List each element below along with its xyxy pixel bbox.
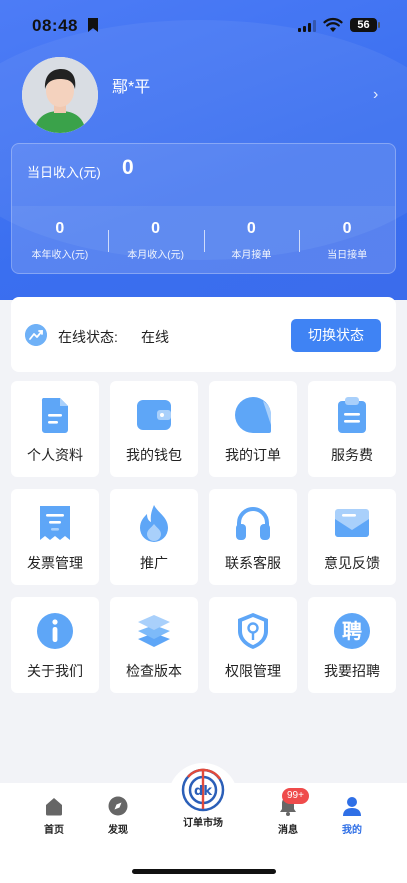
stat-month-income[interactable]: 0 本月收入(元)	[107, 206, 204, 274]
stat-value: 0	[342, 220, 352, 237]
tab-label: 消息	[278, 825, 298, 836]
status-time: 08:48	[32, 16, 78, 35]
chevron-right-icon[interactable]: ›	[373, 86, 378, 104]
tab-label: 我的	[342, 825, 362, 836]
user-icon	[343, 797, 361, 816]
menu-item-label: 我要招聘	[324, 663, 380, 679]
stat-label: 本年收入(元)	[31, 250, 89, 261]
menu-item-label: 我的钱包	[126, 447, 182, 463]
income-stats: 0 本年收入(元) 0 本月收入(元) 0 本月接单 0 当日接单	[12, 206, 395, 274]
menu-item-label: 关于我们	[27, 663, 83, 679]
menu-item-promotion[interactable]: 推广	[110, 489, 198, 585]
menu-item-label: 我的订单	[225, 447, 281, 463]
tab-label: 首页	[44, 825, 64, 836]
menu-item-label: 个人资料	[27, 447, 83, 463]
menu-item-invoice[interactable]: 发票管理	[11, 489, 99, 585]
tab-home[interactable]: 首页	[24, 795, 84, 836]
income-card: 当日收入(元) 0 0 本年收入(元) 0 本月收入(元) 0 本月接单 0 当…	[11, 143, 396, 274]
battery-icon: 56	[350, 18, 380, 32]
stat-label: 本月接单	[231, 250, 272, 261]
menu-item-label: 检查版本	[126, 663, 182, 679]
avatar-image	[22, 57, 98, 133]
online-status-label: 在线状态:	[58, 329, 118, 345]
headset-icon	[236, 507, 270, 540]
layers-icon	[138, 615, 170, 647]
receipt-icon	[40, 506, 70, 540]
menu-item-profile[interactable]: 个人资料	[11, 381, 99, 477]
order-icon	[235, 397, 272, 433]
menu-item-permissions[interactable]: 权限管理	[209, 597, 297, 693]
menu-item-check-version[interactable]: 检查版本	[110, 597, 198, 693]
wifi-icon	[323, 17, 343, 32]
menu-item-service-fee[interactable]: 服务费	[308, 381, 396, 477]
menu-item-orders[interactable]: 我的订单	[209, 381, 297, 477]
flame-icon	[140, 505, 168, 542]
home-icon	[46, 798, 62, 816]
online-status-value: 在线	[141, 329, 169, 345]
menu-item-label: 服务费	[331, 447, 373, 463]
menu-item-customer-service[interactable]: 联系客服	[209, 489, 297, 585]
shield-key-icon	[238, 613, 268, 649]
menu-item-feedback[interactable]: 意见反馈	[308, 489, 396, 585]
mail-icon	[335, 509, 369, 537]
switch-status-button[interactable]: 切换状态	[291, 319, 381, 352]
stat-label: 本月收入(元)	[127, 250, 184, 261]
svg-text:dk: dk	[194, 784, 212, 799]
home-indicator	[132, 869, 276, 874]
menu-item-about[interactable]: 关于我们	[11, 597, 99, 693]
stat-label: 当日接单	[327, 250, 368, 261]
document-icon	[41, 398, 68, 433]
wallet-icon	[137, 400, 171, 430]
trend-icon	[25, 324, 47, 346]
menu-item-wallet[interactable]: 我的钱包	[110, 381, 198, 477]
stat-value: 0	[151, 220, 161, 237]
recruit-icon: 聘	[334, 613, 370, 649]
online-status-card: 在线状态: 在线 切换状态	[11, 297, 396, 372]
tab-mine[interactable]: 我的	[322, 795, 382, 836]
status-bar: 08:48 56	[0, 0, 407, 54]
today-income-label: 当日收入(元)	[27, 165, 101, 180]
stat-value: 0	[55, 220, 65, 237]
info-icon	[37, 613, 73, 649]
menu-item-label: 意见反馈	[324, 555, 380, 571]
stat-today-orders[interactable]: 0 当日接单	[299, 206, 395, 274]
menu-item-label: 权限管理	[225, 663, 281, 679]
menu-item-recruit[interactable]: 聘 我要招聘	[308, 597, 396, 693]
recruit-glyph: 聘	[342, 619, 362, 643]
menu-item-label: 联系客服	[225, 555, 281, 571]
avatar[interactable]	[22, 57, 98, 133]
tab-label: 发现	[108, 825, 128, 836]
compass-icon	[108, 796, 128, 816]
stat-value: 0	[246, 220, 256, 237]
menu-item-label: 发票管理	[27, 555, 83, 571]
messages-badge: 99+	[282, 788, 309, 804]
menu-item-label: 推广	[140, 555, 168, 571]
signal-icon	[298, 20, 316, 32]
clipboard-icon	[338, 397, 366, 433]
bookmark-icon	[88, 18, 98, 32]
stat-month-orders[interactable]: 0 本月接单	[203, 206, 300, 274]
stat-year-income[interactable]: 0 本年收入(元)	[12, 206, 108, 274]
tab-discover[interactable]: 发现	[88, 795, 148, 836]
user-name[interactable]: 鄢*平	[112, 73, 150, 97]
today-income-value: 0	[122, 156, 134, 179]
tab-order-market-label: 订单市场	[183, 818, 223, 829]
